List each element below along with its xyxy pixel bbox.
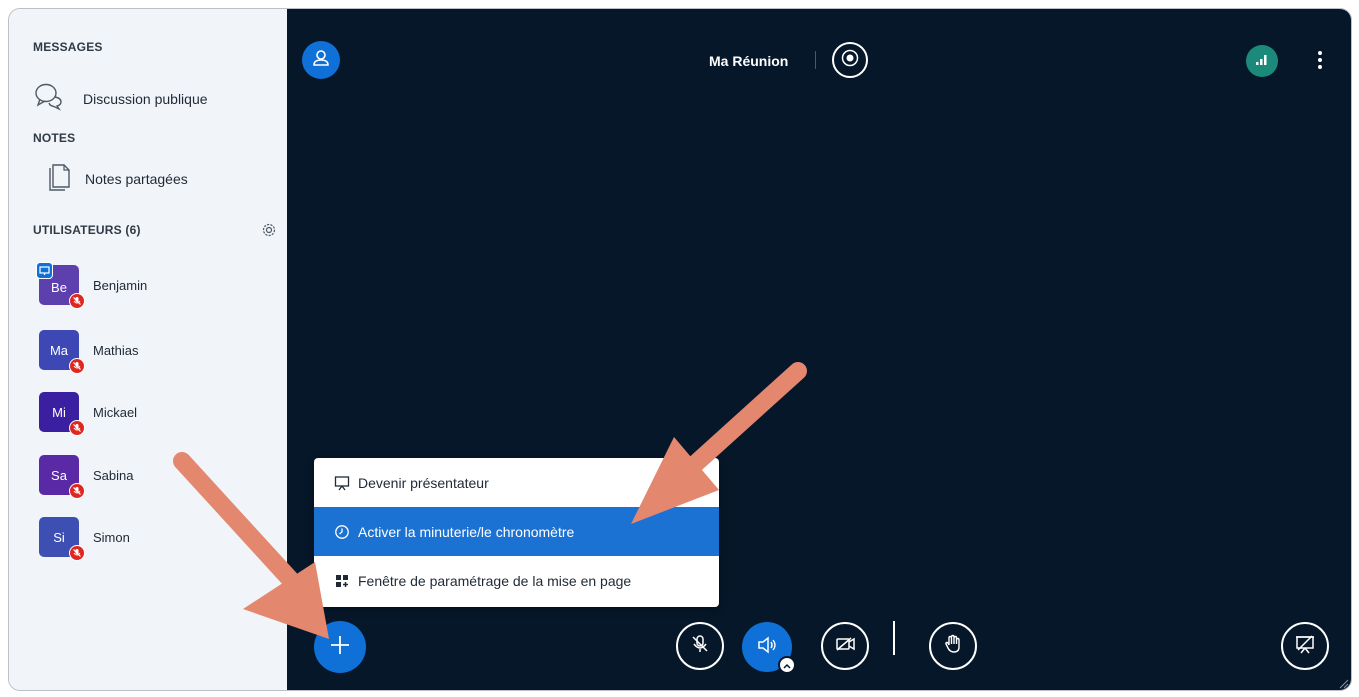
- gear-icon[interactable]: [261, 222, 277, 238]
- menu-item-label: Devenir présentateur: [358, 474, 489, 491]
- menu-item-become-presenter[interactable]: Devenir présentateur: [314, 458, 719, 507]
- presenter-icon: [36, 262, 53, 279]
- shared-notes-label: Notes partagées: [85, 170, 188, 187]
- notes-section-title: NOTES: [33, 131, 76, 145]
- muted-microphone-icon: [69, 420, 85, 436]
- avatar: Be: [36, 262, 85, 309]
- avatar-initials: Si: [53, 529, 65, 545]
- more-options-button[interactable]: [1317, 49, 1323, 71]
- user-list-toggle-button[interactable]: [302, 41, 340, 79]
- mute-microphone-button[interactable]: [676, 622, 724, 670]
- meeting-title: Ma Réunion: [709, 53, 789, 69]
- user-name: Mickael: [93, 404, 138, 420]
- controls-divider: [893, 621, 895, 655]
- signal-bars-icon: [1255, 52, 1269, 71]
- clock-icon: [334, 524, 350, 540]
- user-list-item[interactable]: Si Simon: [39, 517, 130, 561]
- user-name: Sabina: [93, 467, 134, 483]
- speaker-icon: [756, 634, 778, 661]
- menu-item-activate-timer[interactable]: Activer la minuterie/le chronomètre: [314, 507, 719, 556]
- chat-bubbles-icon: [33, 81, 67, 116]
- avatar: Ma: [39, 330, 85, 374]
- muted-microphone-icon: [689, 633, 711, 660]
- user-list-item[interactable]: Mi Mickael: [39, 392, 138, 436]
- sidebar: MESSAGES Discussion publique NOTES Notes…: [9, 9, 287, 690]
- hand-icon: [942, 633, 964, 660]
- menu-item-label: Fenêtre de paramétrage de la mise en pag…: [358, 572, 632, 589]
- actions-plus-button[interactable]: [314, 621, 366, 673]
- public-chat-label: Discussion publique: [83, 90, 208, 107]
- shared-notes-link[interactable]: Notes partagées: [33, 160, 188, 197]
- avatar: Si: [39, 517, 85, 561]
- camera-off-icon: [834, 633, 856, 660]
- user-list-item[interactable]: Sa Sabina: [39, 455, 134, 499]
- menu-item-label: Activer la minuterie/le chronomètre: [358, 523, 575, 540]
- raise-hand-button[interactable]: [929, 622, 977, 670]
- public-chat-link[interactable]: Discussion publique: [33, 81, 208, 116]
- muted-microphone-icon: [69, 293, 85, 309]
- presentation-off-icon: [1294, 633, 1316, 660]
- menu-item-layout-settings[interactable]: Fenêtre de paramétrage de la mise en pag…: [314, 556, 719, 605]
- plus-icon: [329, 634, 351, 661]
- share-webcam-button[interactable]: [821, 622, 869, 670]
- avatar-initials: Mi: [52, 404, 66, 420]
- messages-section-title: MESSAGES: [33, 40, 103, 54]
- restore-presentation-button[interactable]: [1281, 622, 1329, 670]
- user-name: Benjamin: [93, 277, 148, 293]
- user-name: Mathias: [93, 342, 139, 358]
- avatar-initials: Sa: [51, 467, 67, 483]
- app-window: MESSAGES Discussion publique NOTES Notes…: [8, 8, 1352, 691]
- document-icon: [49, 160, 71, 197]
- chevron-up-icon: [783, 656, 791, 674]
- actions-menu: Devenir présentateur Activer la minuteri…: [314, 458, 719, 607]
- user-list-item[interactable]: Be Benjamin: [36, 262, 148, 309]
- vertical-dots-icon: [1317, 51, 1323, 75]
- audio-options-button[interactable]: [778, 656, 796, 674]
- user-icon: [312, 49, 330, 72]
- avatar-initials: Be: [51, 279, 67, 295]
- layout-icon: [334, 573, 350, 589]
- record-icon: [841, 49, 859, 72]
- resize-handle-icon[interactable]: [1337, 676, 1349, 690]
- presentation-icon: [334, 475, 350, 491]
- muted-microphone-icon: [69, 545, 85, 561]
- avatar-initials: Ma: [49, 342, 69, 358]
- avatar: Sa: [39, 455, 85, 499]
- user-name: Simon: [93, 529, 130, 545]
- muted-microphone-icon: [69, 358, 85, 374]
- title-divider: [815, 51, 816, 69]
- users-section-title: UTILISATEURS (6): [33, 223, 141, 237]
- connection-status-button[interactable]: [1246, 45, 1278, 77]
- user-list-item[interactable]: Ma Mathias: [39, 330, 139, 374]
- record-button[interactable]: [832, 42, 868, 78]
- muted-microphone-icon: [69, 483, 85, 499]
- avatar: Mi: [39, 392, 85, 436]
